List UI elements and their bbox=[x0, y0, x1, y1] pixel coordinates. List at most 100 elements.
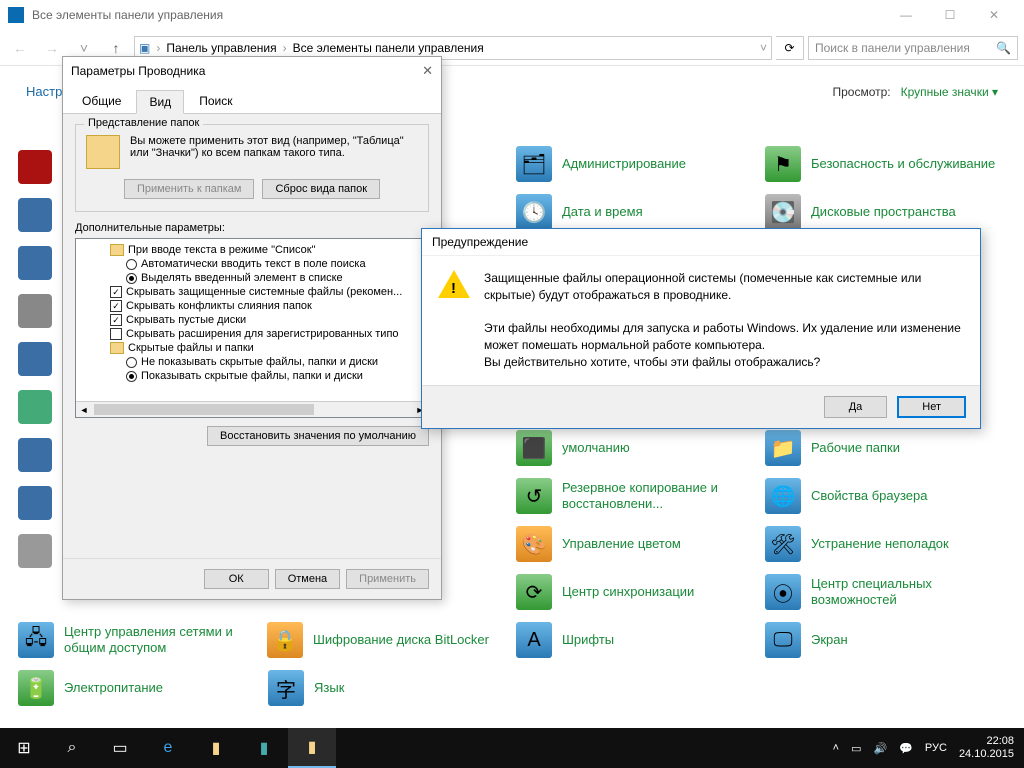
group-title: Представление папок bbox=[84, 117, 203, 129]
minimize-button[interactable]: — bbox=[884, 0, 928, 30]
cp-item-security[interactable]: ⚑Безопасность и обслуживание bbox=[761, 140, 1010, 188]
cp-item-sync[interactable]: ⟳Центр синхронизации bbox=[512, 568, 761, 616]
strip-icon[interactable] bbox=[18, 390, 52, 424]
reset-folders-button[interactable]: Сброс вида папок bbox=[262, 179, 380, 199]
disk-icon: 💽 bbox=[765, 194, 801, 230]
checkbox-checked[interactable] bbox=[110, 286, 122, 298]
radio-checked[interactable] bbox=[126, 273, 137, 284]
folder-icon bbox=[110, 244, 124, 256]
strip-icon[interactable] bbox=[18, 342, 52, 376]
apply-button[interactable]: Применить bbox=[346, 569, 429, 589]
cp-item-troubleshoot[interactable]: 🛠Устранение неполадок bbox=[761, 520, 1010, 568]
cp-item-default[interactable]: ⬛умолчанию bbox=[512, 424, 761, 472]
cp-item-language[interactable]: 字Язык bbox=[264, 664, 514, 712]
search-button[interactable]: ⌕ bbox=[48, 728, 96, 768]
cp-item-workfolders[interactable]: 📁Рабочие папки bbox=[761, 424, 1010, 472]
tab-general[interactable]: Общие bbox=[69, 89, 134, 113]
strip-icon[interactable] bbox=[18, 534, 52, 568]
clock[interactable]: 22:08 24.10.2015 bbox=[959, 735, 1014, 761]
tab-strip: Общие Вид Поиск bbox=[63, 85, 441, 114]
search-placeholder: Поиск в панели управления bbox=[815, 41, 970, 55]
cp-item-display[interactable]: 🖵Экран bbox=[761, 616, 1010, 664]
maximize-button[interactable]: ☐ bbox=[928, 0, 972, 30]
task-view-button[interactable]: ▭ bbox=[96, 728, 144, 768]
strip-icon[interactable] bbox=[18, 198, 52, 232]
dialog-title: Параметры Проводника bbox=[71, 64, 205, 78]
checkbox-unchecked[interactable] bbox=[110, 328, 122, 340]
breadcrumb-part[interactable]: Панель управления bbox=[166, 41, 276, 55]
radio-unchecked[interactable] bbox=[126, 259, 137, 270]
globe-icon: 🌐 bbox=[765, 478, 801, 514]
warning-dialog: Предупреждение Защищенные файлы операцио… bbox=[421, 228, 981, 429]
admin-tools-icon: 🗂 bbox=[516, 146, 552, 182]
wrench-icon: 🛠 bbox=[765, 526, 801, 562]
search-box[interactable]: Поиск в панели управления 🔍 bbox=[808, 36, 1018, 60]
restore-defaults-button[interactable]: Восстановить значения по умолчанию bbox=[207, 426, 429, 446]
checkbox-checked[interactable] bbox=[110, 300, 122, 312]
cp-item-admin[interactable]: 🗂Администрирование bbox=[512, 140, 761, 188]
folder-icon: 📁 bbox=[765, 430, 801, 466]
radio-unchecked[interactable] bbox=[126, 357, 137, 368]
strip-icon[interactable] bbox=[18, 438, 52, 472]
cp-item-accessibility[interactable]: ⦿Центр специальных возможностей bbox=[761, 568, 1010, 616]
edge-button[interactable]: e bbox=[144, 728, 192, 768]
cp-item-color[interactable]: 🎨Управление цветом bbox=[512, 520, 761, 568]
folder-icon bbox=[86, 135, 120, 169]
checkbox-checked[interactable] bbox=[110, 314, 122, 326]
notifications-icon[interactable]: 💬 bbox=[899, 742, 913, 755]
breadcrumb-part[interactable]: Все элементы панели управления bbox=[293, 41, 484, 55]
refresh-button[interactable]: ⟳ bbox=[776, 36, 804, 60]
language-indicator[interactable]: РУС bbox=[925, 742, 947, 754]
group-description: Вы можете применить этот вид (например, … bbox=[130, 135, 418, 159]
tab-search[interactable]: Поиск bbox=[186, 89, 245, 113]
warning-text: Защищенные файлы операционной системы (п… bbox=[484, 270, 964, 371]
explorer-button[interactable]: ▮ bbox=[192, 728, 240, 768]
no-button[interactable]: Нет bbox=[897, 396, 966, 418]
back-button[interactable]: ← bbox=[6, 34, 34, 62]
cp-item-network[interactable]: 🖧Центр управления сетями и общим доступо… bbox=[14, 616, 263, 664]
advanced-settings-list[interactable]: При вводе текста в режиме "Список" Автом… bbox=[75, 238, 429, 418]
ok-button[interactable]: ОК bbox=[204, 569, 269, 589]
app-button[interactable]: ▮ bbox=[240, 728, 288, 768]
dialog-titlebar: Параметры Проводника ✕ bbox=[63, 57, 441, 85]
warning-title: Предупреждение bbox=[422, 229, 980, 256]
explorer-active-button[interactable]: ▮ bbox=[288, 728, 336, 768]
strip-icon[interactable] bbox=[18, 246, 52, 280]
network-icon[interactable]: ▭ bbox=[851, 742, 861, 755]
dialog-close-button[interactable]: ✕ bbox=[422, 63, 433, 79]
tab-view[interactable]: Вид bbox=[136, 90, 184, 114]
clock-icon: 🕓 bbox=[516, 194, 552, 230]
advanced-label: Дополнительные параметры: bbox=[75, 222, 429, 234]
yes-button[interactable]: Да bbox=[824, 396, 888, 418]
strip-icon[interactable] bbox=[18, 486, 52, 520]
strip-icon[interactable] bbox=[18, 294, 52, 328]
monitor-icon: 🖵 bbox=[765, 622, 801, 658]
apply-to-folders-button[interactable]: Применить к папкам bbox=[124, 179, 255, 199]
titlebar: Все элементы панели управления — ☐ ✕ bbox=[0, 0, 1024, 30]
accessibility-icon: ⦿ bbox=[765, 574, 801, 610]
system-tray: ˄ ▭ 🔊 💬 РУС 22:08 24.10.2015 bbox=[823, 735, 1024, 761]
taskbar: ⊞ ⌕ ▭ e ▮ ▮ ▮ ˄ ▭ 🔊 💬 РУС 22:08 24.10.20… bbox=[0, 728, 1024, 768]
volume-icon[interactable]: 🔊 bbox=[874, 742, 888, 755]
window-title: Все элементы панели управления bbox=[32, 8, 884, 22]
cp-item-browser[interactable]: 🌐Свойства браузера bbox=[761, 472, 1010, 520]
cp-item-bitlocker[interactable]: 🔒Шифрование диска BitLocker bbox=[263, 616, 512, 664]
network-icon: 🖧 bbox=[18, 622, 54, 658]
horizontal-scrollbar[interactable]: ◄► bbox=[76, 401, 428, 417]
cp-item-fonts[interactable]: AШрифты bbox=[512, 616, 761, 664]
fonts-icon: A bbox=[516, 622, 552, 658]
close-button[interactable]: ✕ bbox=[972, 0, 1016, 30]
view-mode-link[interactable]: Крупные значки ▾ bbox=[901, 85, 998, 99]
cancel-button[interactable]: Отмена bbox=[275, 569, 340, 589]
tray-chevron-icon[interactable]: ˄ bbox=[833, 742, 839, 754]
search-icon: 🔍 bbox=[996, 41, 1011, 55]
cp-item-power[interactable]: 🔋Электропитание bbox=[14, 664, 264, 712]
language-icon: 字 bbox=[268, 670, 304, 706]
cp-item-backup[interactable]: ↺Резервное копирование и восстановлени..… bbox=[512, 472, 761, 520]
start-button[interactable]: ⊞ bbox=[0, 728, 48, 768]
backup-icon: ↺ bbox=[516, 478, 552, 514]
radio-checked[interactable] bbox=[126, 371, 137, 382]
flash-icon[interactable] bbox=[18, 150, 52, 184]
addr-dropdown-icon[interactable]: ˅ bbox=[760, 41, 767, 55]
app-icon bbox=[8, 7, 24, 23]
